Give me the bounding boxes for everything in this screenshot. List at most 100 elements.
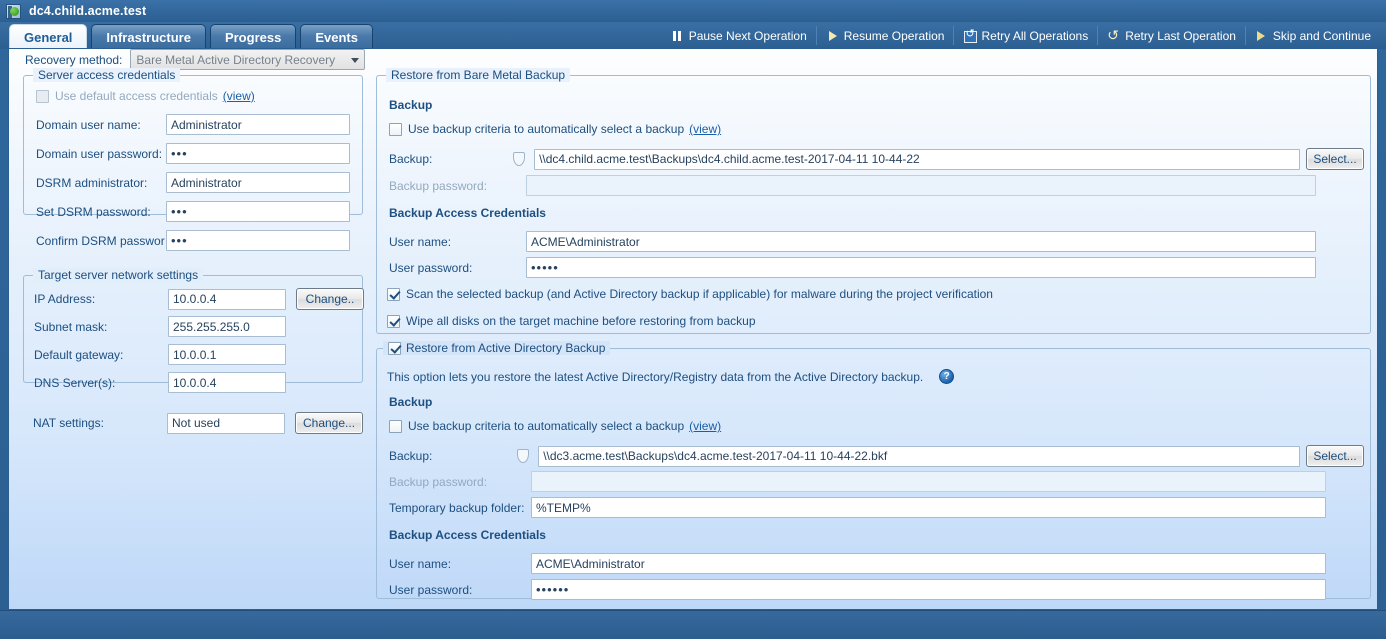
set-dsrm-password-row: Set DSRM password: •••	[36, 201, 350, 222]
dns-servers-row: DNS Server(s): 10.0.0.4	[34, 372, 286, 393]
domain-user-password-input[interactable]: •••	[166, 143, 350, 164]
dsrm-administrator-label: DSRM administrator:	[36, 176, 166, 190]
ad-backup-group: Restore from Active Directory Backup Thi…	[376, 348, 1371, 599]
retry-last-operation-button[interactable]: Retry Last Operation	[1098, 26, 1246, 45]
bm-use-criteria-label: Use backup criteria to automatically sel…	[408, 122, 684, 136]
subnet-mask-input[interactable]: 255.255.255.0	[168, 316, 286, 337]
default-gateway-label: Default gateway:	[34, 348, 168, 362]
bm-backup-select-button[interactable]: Select...	[1306, 148, 1364, 170]
set-dsrm-password-input[interactable]: •••	[166, 201, 350, 222]
bm-use-criteria-view-link[interactable]: (view)	[689, 122, 721, 136]
ad-backup-path-input[interactable]: \\dc3.acme.test\Backups\dc4.acme.test-20…	[538, 446, 1300, 467]
nat-settings-label: NAT settings:	[33, 416, 167, 430]
server-icon	[6, 4, 21, 19]
bm-use-criteria-checkbox[interactable]	[389, 123, 402, 136]
tab-list: General Infrastructure Progress Events	[9, 24, 373, 49]
use-default-credentials-view-link[interactable]: (view)	[223, 89, 255, 103]
help-icon[interactable]: ?	[939, 369, 954, 384]
ad-user-password-row: User password: ••••••	[389, 579, 1326, 600]
operations-toolbar: Pause Next Operation Resume Operation Re…	[662, 26, 1380, 45]
dns-servers-input[interactable]: 10.0.0.4	[168, 372, 286, 393]
retry-last-operation-label: Retry Last Operation	[1125, 29, 1236, 43]
ad-backup-legend-row[interactable]: Restore from Active Directory Backup	[383, 341, 610, 355]
bm-user-password-label: User password:	[389, 261, 526, 275]
general-tab-panel: Recovery method: Bare Metal Active Direc…	[8, 48, 1378, 610]
window-title: dc4.child.acme.test	[29, 4, 146, 18]
bm-use-criteria-row[interactable]: Use backup criteria to automatically sel…	[389, 122, 721, 136]
dsrm-administrator-input[interactable]: Administrator	[166, 172, 350, 193]
bare-metal-backup-header: Backup	[389, 98, 432, 112]
nat-settings-input[interactable]: Not used	[167, 413, 285, 434]
ad-user-name-input[interactable]: ACME\Administrator	[531, 553, 1326, 574]
retry-all-icon	[963, 30, 976, 42]
bm-backup-password-label: Backup password:	[389, 179, 526, 193]
ad-backup-description-row: This option lets you restore the latest …	[387, 369, 954, 384]
skip-icon	[1255, 30, 1268, 42]
bm-credentials-header: Backup Access Credentials	[389, 206, 546, 220]
bm-wipe-disks-checkbox[interactable]	[387, 315, 400, 328]
subnet-mask-label: Subnet mask:	[34, 320, 168, 334]
ad-backup-enable-checkbox[interactable]	[388, 342, 401, 355]
ad-backup-row: Backup: \\dc3.acme.test\Backups\dc4.acme…	[389, 445, 1364, 467]
domain-user-password-label: Domain user password:	[36, 147, 166, 161]
use-default-credentials-row[interactable]: Use default access credentials (view)	[36, 89, 255, 103]
ip-address-change-button[interactable]: Change..	[296, 288, 364, 310]
ad-user-password-input[interactable]: ••••••	[531, 579, 1326, 600]
confirm-dsrm-password-row: Confirm DSRM passwor •••	[36, 230, 350, 251]
ad-use-criteria-checkbox[interactable]	[389, 420, 402, 433]
tab-general[interactable]: General	[9, 24, 87, 49]
ad-backup-label: Backup:	[389, 449, 517, 463]
domain-user-name-input[interactable]: Administrator	[166, 114, 350, 135]
server-access-credentials-group: Server access credentials Use default ac…	[23, 75, 363, 215]
default-gateway-row: Default gateway: 10.0.0.1	[34, 344, 286, 365]
ad-backup-header: Backup	[389, 395, 432, 409]
bm-user-password-input[interactable]: •••••	[526, 257, 1316, 278]
bm-scan-backup-label: Scan the selected backup (and Active Dir…	[406, 287, 993, 301]
retry-all-operations-label: Retry All Operations	[981, 29, 1088, 43]
nat-settings-row: NAT settings: Not used Change...	[33, 412, 363, 434]
bm-user-password-row: User password: •••••	[389, 257, 1316, 278]
ad-use-criteria-row[interactable]: Use backup criteria to automatically sel…	[389, 419, 721, 433]
ad-user-password-label: User password:	[389, 583, 531, 597]
ad-use-criteria-view-link[interactable]: (view)	[689, 419, 721, 433]
pause-icon	[671, 30, 684, 42]
ad-backup-select-button[interactable]: Select...	[1306, 445, 1364, 467]
ad-backup-password-input[interactable]	[531, 471, 1326, 492]
tab-strip: General Infrastructure Progress Events P…	[0, 22, 1386, 49]
pause-next-operation-button[interactable]: Pause Next Operation	[662, 26, 817, 45]
status-bar	[0, 610, 1386, 639]
tab-progress[interactable]: Progress	[210, 24, 296, 49]
retry-all-operations-button[interactable]: Retry All Operations	[954, 26, 1098, 45]
bm-backup-path-input[interactable]: \\dc4.child.acme.test\Backups\dc4.child.…	[534, 149, 1300, 170]
ad-backup-description: This option lets you restore the latest …	[387, 370, 923, 384]
confirm-dsrm-password-input[interactable]: •••	[166, 230, 350, 251]
bm-user-name-input[interactable]: ACME\Administrator	[526, 231, 1316, 252]
confirm-dsrm-password-label: Confirm DSRM passwor	[36, 234, 166, 248]
ip-address-label: IP Address:	[34, 292, 168, 306]
skip-and-continue-label: Skip and Continue	[1273, 29, 1371, 43]
ad-temp-folder-row: Temporary backup folder: %TEMP%	[389, 497, 1326, 518]
target-network-settings-legend: Target server network settings	[33, 268, 203, 282]
tab-events[interactable]: Events	[300, 24, 373, 49]
bm-scan-backup-checkbox[interactable]	[387, 288, 400, 301]
use-default-credentials-label: Use default access credentials	[55, 89, 218, 103]
ad-credentials-header: Backup Access Credentials	[389, 528, 546, 542]
ip-address-input[interactable]: 10.0.0.4	[168, 289, 286, 310]
ad-user-name-label: User name:	[389, 557, 531, 571]
bm-user-name-row: User name: ACME\Administrator	[389, 231, 1316, 252]
resume-operation-label: Resume Operation	[844, 29, 945, 43]
set-dsrm-password-label: Set DSRM password:	[36, 205, 166, 219]
bm-scan-backup-row[interactable]: Scan the selected backup (and Active Dir…	[387, 287, 993, 301]
ad-backup-legend: Restore from Active Directory Backup	[406, 341, 605, 355]
recovery-method-select[interactable]: Bare Metal Active Directory Recovery	[130, 49, 365, 70]
retry-last-icon	[1107, 30, 1120, 42]
ad-temp-folder-input[interactable]: %TEMP%	[531, 497, 1326, 518]
skip-and-continue-button[interactable]: Skip and Continue	[1246, 26, 1380, 45]
nat-settings-change-button[interactable]: Change...	[295, 412, 363, 434]
bm-wipe-disks-row[interactable]: Wipe all disks on the target machine bef…	[387, 314, 756, 328]
default-gateway-input[interactable]: 10.0.0.1	[168, 344, 286, 365]
bm-backup-password-input[interactable]	[526, 175, 1316, 196]
tab-infrastructure[interactable]: Infrastructure	[91, 24, 206, 49]
resume-operation-button[interactable]: Resume Operation	[817, 26, 955, 45]
use-default-credentials-checkbox[interactable]	[36, 90, 49, 103]
